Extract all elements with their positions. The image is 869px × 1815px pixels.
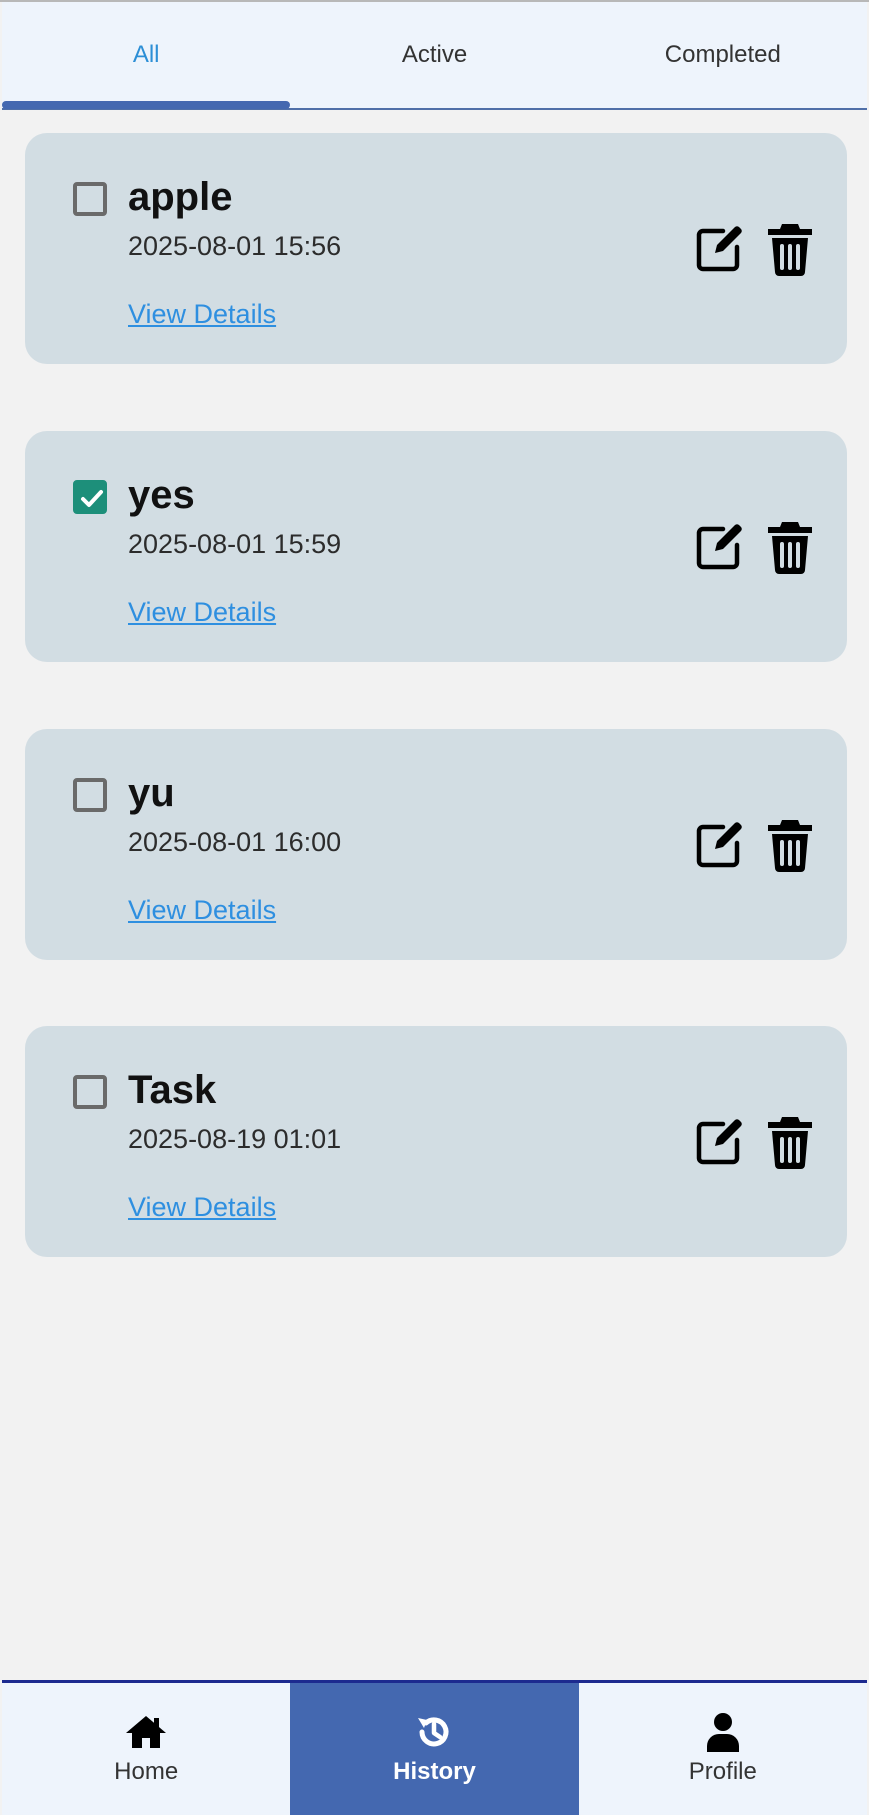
nav-profile[interactable]: Profile [579, 1683, 867, 1815]
task-card: Task 2025-08-19 01:01 View Details [25, 1026, 847, 1257]
task-card: yes 2025-08-01 15:59 View Details [25, 431, 847, 662]
trash-icon[interactable] [765, 519, 815, 575]
task-title: apple [128, 175, 233, 219]
trash-icon[interactable] [765, 221, 815, 277]
edit-icon[interactable] [693, 819, 745, 871]
task-datetime: 2025-08-19 01:01 [128, 1124, 342, 1154]
tab-active-label: Active [401, 41, 468, 68]
bottom-navigation: Home History Profile [2, 1680, 867, 1815]
tab-completed-label: Completed [664, 41, 781, 68]
task-checkbox[interactable] [73, 778, 107, 812]
tab-completed[interactable]: Completed [579, 2, 867, 112]
nav-home-label: Home [114, 1758, 179, 1785]
task-title: yu [128, 771, 175, 815]
task-card: yu 2025-08-01 16:00 View Details [25, 729, 847, 960]
person-icon [705, 1712, 741, 1752]
tab-active-indicator [2, 101, 290, 109]
nav-home[interactable]: Home [2, 1683, 290, 1815]
edit-icon[interactable] [693, 521, 745, 573]
trash-icon[interactable] [765, 817, 815, 873]
task-datetime: 2025-08-01 15:56 [128, 231, 342, 261]
view-details-link[interactable]: View Details [128, 1192, 276, 1222]
view-details-link[interactable]: View Details [128, 299, 276, 329]
tab-active[interactable]: Active [290, 2, 578, 112]
check-icon [81, 490, 103, 507]
tab-all[interactable]: All [2, 2, 290, 112]
view-details-link[interactable]: View Details [128, 597, 276, 627]
edit-icon[interactable] [693, 1116, 745, 1168]
task-checkbox[interactable] [73, 1075, 107, 1109]
edit-icon[interactable] [693, 223, 745, 275]
nav-history-label: History [393, 1758, 476, 1785]
task-card: apple 2025-08-01 15:56 View Details [25, 133, 847, 364]
view-details-link[interactable]: View Details [128, 895, 276, 925]
filter-tab-bar: All Active Completed [2, 2, 867, 110]
nav-history[interactable]: History [290, 1683, 579, 1815]
tab-all-label: All [132, 41, 160, 68]
task-datetime: 2025-08-01 16:00 [128, 827, 342, 857]
trash-icon[interactable] [765, 1114, 815, 1170]
task-title: yes [128, 473, 195, 517]
task-checkbox[interactable] [73, 182, 107, 216]
task-title: Task [128, 1068, 217, 1112]
home-icon [125, 1712, 167, 1752]
task-datetime: 2025-08-01 15:59 [128, 529, 342, 559]
task-checkbox[interactable] [73, 480, 107, 514]
nav-profile-label: Profile [688, 1758, 757, 1785]
history-icon [414, 1712, 454, 1752]
